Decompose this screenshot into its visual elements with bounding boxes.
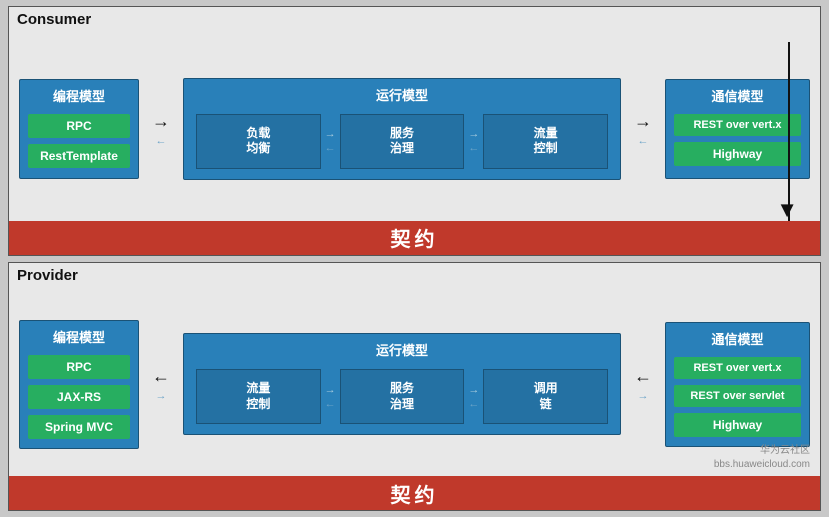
provider-runtime-cell-2: 调用 链 bbox=[483, 369, 608, 424]
consumer-runtime-cell-0: 负载 均衡 bbox=[196, 114, 321, 169]
provider-springmvc-btn[interactable]: Spring MVC bbox=[28, 415, 130, 439]
consumer-runtime-cell-2: 流量 控制 bbox=[483, 114, 608, 169]
provider-prog-model-title: 编程模型 bbox=[28, 327, 130, 346]
consumer-contract-bar: 契约 bbox=[9, 221, 820, 255]
provider-contract-text: 契约 bbox=[391, 479, 439, 508]
consumer-arrow-1: → ← bbox=[149, 111, 173, 147]
provider-runtime-model-title: 运行模型 bbox=[192, 340, 612, 359]
consumer-runtime-model: 运行模型 负载 均衡 → ← 服务 治理 → ← 流量 控制 bbox=[183, 78, 621, 180]
provider-comm-model: 通信模型 REST over vert.x REST over servlet … bbox=[665, 322, 810, 447]
provider-rest-servlet-btn[interactable]: REST over servlet bbox=[674, 385, 801, 407]
provider-runtime-inner: 流量 控制 → ← 服务 治理 → ← 调用 链 bbox=[192, 365, 612, 428]
watermark: 华为云社区 bbs.huaweicloud.com bbox=[714, 444, 810, 472]
consumer-runtime-cell-1: 服务 治理 bbox=[340, 114, 465, 169]
consumer-contract-text: 契约 bbox=[391, 223, 439, 252]
watermark-line2: bbs.huaweicloud.com bbox=[714, 458, 810, 472]
watermark-line1: 华为云社区 bbox=[714, 444, 810, 458]
provider-rpc-btn[interactable]: RPC bbox=[28, 355, 130, 379]
provider-runtime-cell-0: 流量 控制 bbox=[196, 369, 321, 424]
provider-comm-model-title: 通信模型 bbox=[674, 329, 801, 348]
provider-contract-bar: 契约 bbox=[9, 476, 820, 510]
provider-arrow-2: ← → bbox=[631, 366, 655, 402]
provider-highway-btn[interactable]: Highway bbox=[674, 413, 801, 437]
consumer-content: 编程模型 RPC RestTemplate → ← 运行模型 负载 均衡 → ← bbox=[9, 7, 820, 221]
consumer-runtime-model-title: 运行模型 bbox=[192, 85, 612, 104]
vertical-line bbox=[788, 42, 790, 221]
consumer-resttemplate-btn[interactable]: RestTemplate bbox=[28, 144, 130, 168]
provider-section: Provider 编程模型 RPC JAX-RS Spring MVC ← → … bbox=[8, 262, 821, 512]
provider-rest-vert-btn[interactable]: REST over vert.x bbox=[674, 357, 801, 379]
consumer-section: Consumer 编程模型 RPC RestTemplate → ← 运行模型 … bbox=[8, 6, 821, 256]
provider-jaxrs-btn[interactable]: JAX-RS bbox=[28, 385, 130, 409]
provider-runtime-cell-1: 服务 治理 bbox=[340, 369, 465, 424]
consumer-rpc-btn[interactable]: RPC bbox=[28, 114, 130, 138]
provider-arrow-1: ← → bbox=[149, 366, 173, 402]
consumer-prog-model-title: 编程模型 bbox=[28, 86, 130, 105]
provider-content: 编程模型 RPC JAX-RS Spring MVC ← → 运行模型 流量 控… bbox=[9, 263, 820, 477]
consumer-arrow-2: → ← bbox=[631, 111, 655, 147]
consumer-runtime-inner: 负载 均衡 → ← 服务 治理 → ← 流量 控制 bbox=[192, 110, 612, 173]
consumer-prog-model: 编程模型 RPC RestTemplate bbox=[19, 79, 139, 179]
provider-prog-model: 编程模型 RPC JAX-RS Spring MVC bbox=[19, 320, 139, 449]
provider-runtime-model: 运行模型 流量 控制 → ← 服务 治理 → ← 调用 链 bbox=[183, 333, 621, 435]
